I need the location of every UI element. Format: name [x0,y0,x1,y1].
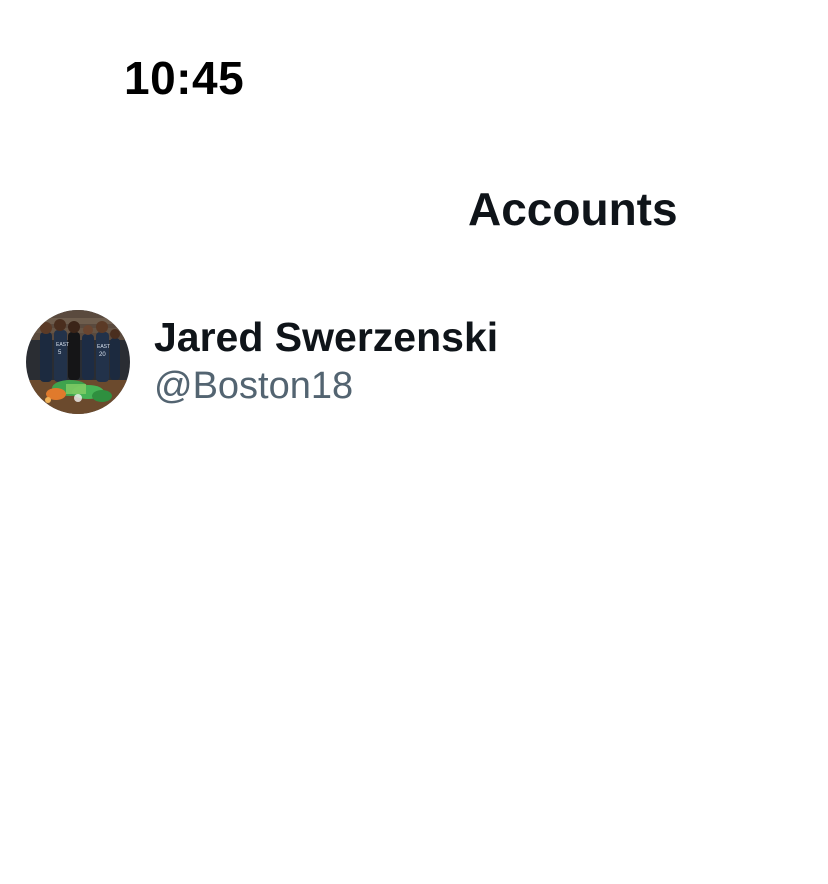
jersey-number-2: 20 [99,352,106,358]
status-bar-time: 10:45 [124,52,245,104]
jersey-text-2: EAST [97,344,110,350]
avatar[interactable]: EAST 5 EAST 20 [26,310,130,414]
page-title: Accounts [468,183,678,235]
account-handle: @Boston18 [154,365,354,407]
avatar-photo-icon: EAST 5 EAST 20 [26,310,130,414]
jersey-text-1: EAST [56,342,69,348]
account-name: Jared Swerzenski [154,314,499,360]
account-list-item[interactable]: EAST 5 EAST 20 Jared Swerzenski @Boston1… [26,308,806,416]
